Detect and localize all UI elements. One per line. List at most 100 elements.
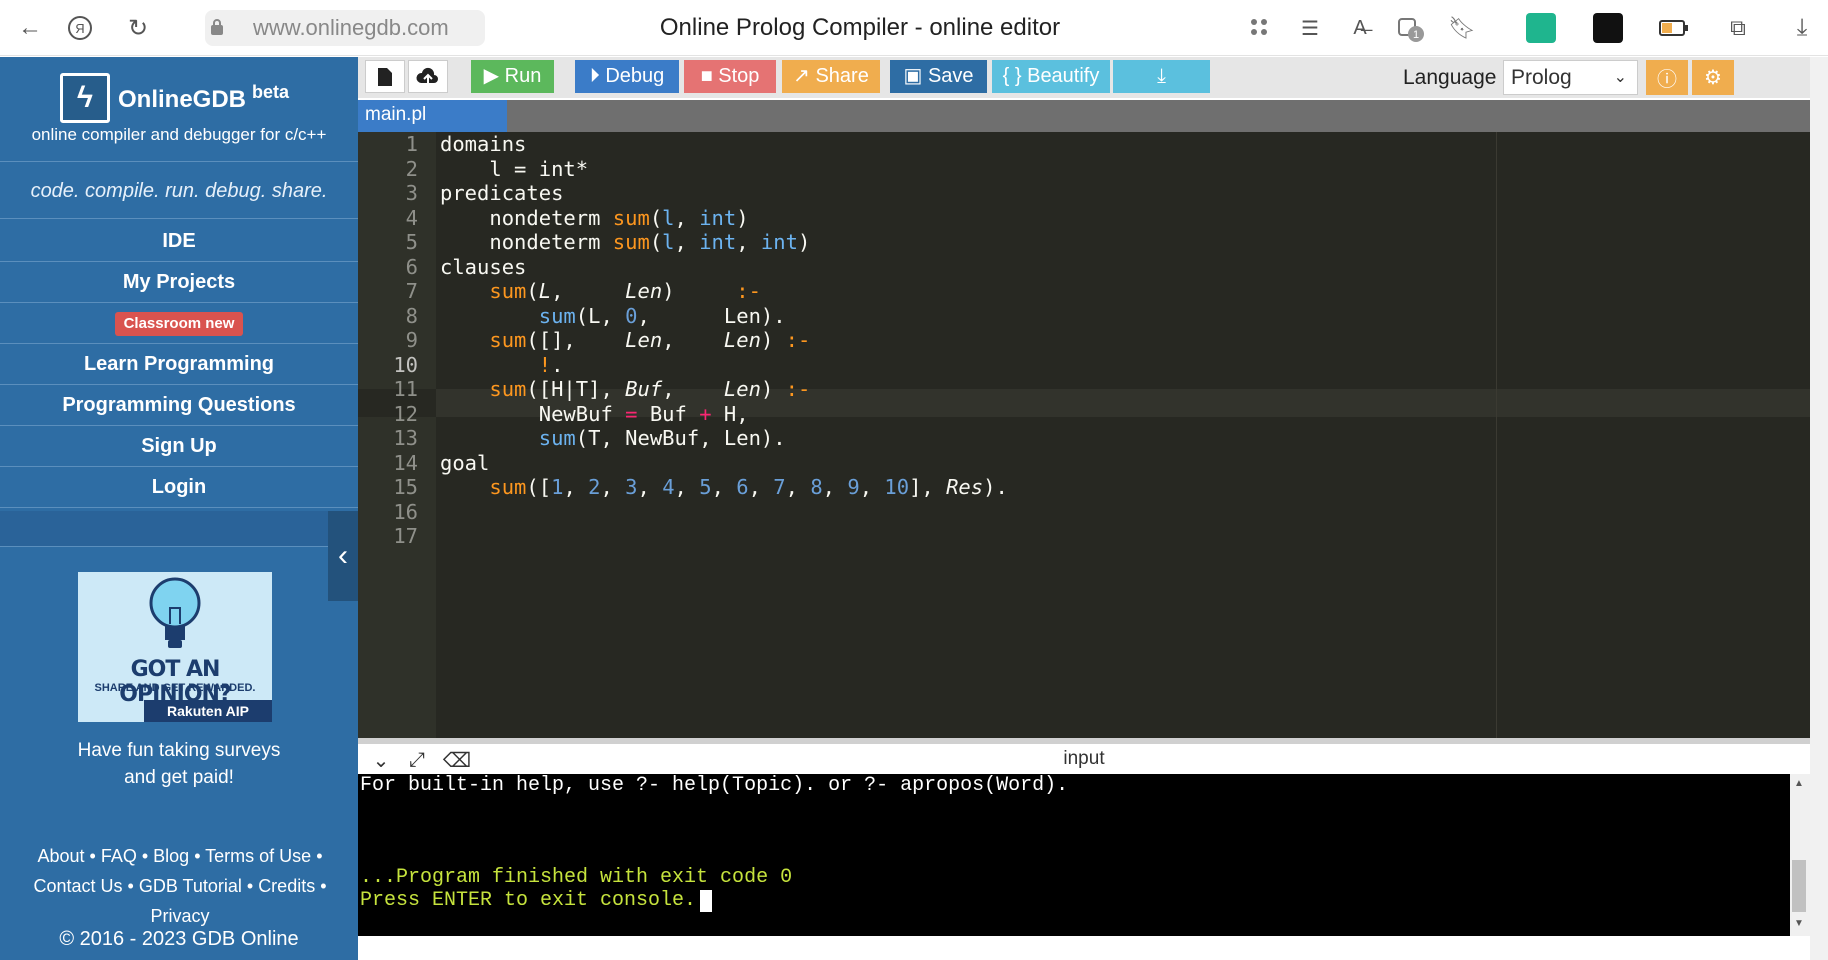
advertisement[interactable]: GOT AN OPINION? SHARE AND GET REWARDED. … bbox=[78, 572, 272, 722]
apps-grid-icon[interactable] bbox=[1242, 10, 1278, 46]
motto: code. compile. run. debug. share. bbox=[0, 161, 358, 219]
clear-console-icon[interactable]: ⌫ bbox=[443, 748, 471, 772]
file-tab-strip: main.pl bbox=[358, 100, 1810, 132]
url-text: www.onlinegdb.com bbox=[253, 15, 449, 40]
console-header: input ⌄ ⤢ ⌫ bbox=[358, 738, 1810, 774]
chevron-down-icon[interactable]: ⌄ bbox=[368, 748, 394, 772]
code-line-6: clauses bbox=[440, 254, 527, 279]
output-console[interactable]: For built-in help, use ?- help(Topic). o… bbox=[358, 774, 1790, 936]
footer-blog[interactable]: Blog bbox=[153, 846, 189, 866]
sidebar: ϟ OnlineGDB beta online compiler and debu… bbox=[0, 57, 358, 960]
nav-login[interactable]: Login bbox=[0, 467, 358, 508]
footer-terms[interactable]: Terms of Use bbox=[205, 846, 311, 866]
nav-sign-up[interactable]: Sign Up bbox=[0, 426, 358, 467]
console-help-line: For built-in help, use ?- help(Topic). o… bbox=[360, 774, 1069, 797]
floppy-icon: ▣ bbox=[903, 65, 923, 87]
back-arrow-icon[interactable]: ← bbox=[12, 10, 48, 46]
footer-links: About • FAQ • Blog • Terms of Use • Cont… bbox=[33, 846, 327, 926]
expand-icon[interactable]: ⤢ bbox=[404, 748, 430, 772]
beautify-button[interactable]: { } Beautify bbox=[992, 60, 1110, 93]
nav-programming-questions[interactable]: Programming Questions bbox=[0, 385, 358, 426]
address-bar[interactable]: www.onlinegdb.com bbox=[205, 10, 485, 46]
share-label: Share bbox=[815, 65, 869, 87]
line-number: 3 bbox=[405, 181, 418, 205]
scroll-down-icon[interactable]: ▼ bbox=[1794, 918, 1804, 929]
line-number: 6 bbox=[405, 254, 418, 279]
footer-credits[interactable]: Credits bbox=[258, 876, 315, 896]
code-line-15: sum([1, 2, 3, 4, 5, 6, 7, 8, 9, 10], Res… bbox=[489, 475, 1008, 499]
download-icon[interactable]: ⤓ bbox=[1784, 10, 1820, 46]
language-select[interactable]: Prolog ⌄ bbox=[1503, 60, 1638, 95]
stop-icon: ■ bbox=[700, 65, 713, 87]
reader-mode-icon[interactable]: ☰ bbox=[1292, 10, 1328, 46]
code-line-1: domains bbox=[440, 132, 527, 156]
classroom-badge: Classroom new bbox=[114, 311, 244, 336]
ad-caption[interactable]: Have fun taking surveys and get paid! bbox=[0, 737, 358, 791]
line-number: 16 bbox=[393, 499, 418, 524]
line-number: 14 bbox=[393, 450, 418, 475]
bookmark-icon[interactable]: 🔖︎ bbox=[1444, 10, 1480, 46]
code-line-5: nondeterm sum(l, int, int) bbox=[440, 230, 811, 254]
download-button[interactable]: ⤓ bbox=[1113, 60, 1210, 93]
debug-label: Debug bbox=[605, 65, 665, 87]
debug-button[interactable]: ⏵︎ Debug bbox=[575, 60, 679, 93]
upload-button[interactable] bbox=[408, 60, 448, 93]
collections-icon[interactable]: ⧉ bbox=[1720, 10, 1756, 46]
translate-icon[interactable]: A̶ bbox=[1342, 10, 1378, 46]
extension-icon[interactable]: 1 bbox=[1392, 10, 1428, 46]
settings-button[interactable]: ⚙ bbox=[1692, 60, 1734, 95]
extension-badge: 1 bbox=[1413, 29, 1419, 41]
collapse-sidebar-button[interactable]: ‹ bbox=[328, 511, 358, 601]
page-title: Online Prolog Compiler - online editor bbox=[659, 14, 1061, 41]
reload-icon[interactable]: ↻ bbox=[120, 10, 156, 46]
yandex-icon[interactable]: Я bbox=[62, 10, 98, 46]
line-number: 9 bbox=[405, 328, 418, 352]
line-number: 15 bbox=[393, 475, 418, 499]
line-number: 7 bbox=[405, 279, 418, 303]
code-editor[interactable]: 1 2 3 4 5 6 7 8 9 10 11 12 13 14 15 16 17 domains l = in… bbox=[358, 132, 1810, 738]
file-tab-main[interactable]: main.pl bbox=[358, 100, 507, 132]
nav-my-projects[interactable]: My Projects bbox=[0, 262, 358, 303]
language-label: Language bbox=[1403, 66, 1497, 89]
share-icon: ↗ bbox=[793, 65, 810, 87]
logo[interactable]: ϟ OnlineGDB beta bbox=[60, 73, 289, 123]
page-scrollbar[interactable] bbox=[1810, 57, 1828, 960]
code-line-11: sum([H|T], Buf, Len) :- bbox=[489, 377, 811, 401]
stop-button[interactable]: ■ Stop bbox=[684, 60, 776, 93]
share-button[interactable]: ↗ Share bbox=[782, 60, 880, 93]
footer-tutorial[interactable]: GDB Tutorial bbox=[139, 876, 242, 896]
brand-name: OnlineGDB bbox=[118, 86, 247, 113]
scroll-up-icon[interactable]: ▲ bbox=[1794, 778, 1804, 789]
play-icon: ▶ bbox=[483, 65, 500, 87]
code-line-4: nondeterm sum(l, int) bbox=[440, 205, 749, 230]
footer-contact[interactable]: Contact Us bbox=[33, 876, 122, 896]
line-number: 4 bbox=[405, 205, 418, 230]
line-number: 5 bbox=[405, 230, 418, 254]
scroll-thumb[interactable] bbox=[1792, 860, 1806, 912]
green-extension-icon[interactable] bbox=[1523, 10, 1559, 46]
nav-classroom[interactable]: Classroom new bbox=[0, 303, 358, 344]
stop-label: Stop bbox=[718, 65, 760, 87]
line-number: 11 bbox=[393, 377, 418, 401]
new-file-button[interactable] bbox=[365, 60, 405, 93]
copyright: © 2016 - 2023 GDB Online bbox=[59, 928, 299, 950]
code-line-3: predicates bbox=[440, 181, 564, 205]
run-button[interactable]: ▶ Run bbox=[471, 60, 554, 93]
nav-ide[interactable]: IDE bbox=[0, 221, 358, 262]
console-scrollbar[interactable]: ▲ ▼ bbox=[1790, 774, 1810, 936]
line-number: 13 bbox=[393, 426, 418, 450]
footer-privacy[interactable]: Privacy bbox=[150, 906, 209, 926]
info-button[interactable]: ⓘ bbox=[1646, 60, 1688, 95]
save-label: Save bbox=[927, 65, 974, 87]
footer-faq[interactable]: FAQ bbox=[101, 846, 137, 866]
nav-learn-programming[interactable]: Learn Programming bbox=[0, 344, 358, 385]
ad-subtitle: SHARE AND GET REWARDED. bbox=[94, 682, 256, 694]
ad-caption-line-1: Have fun taking surveys bbox=[77, 740, 281, 761]
code-line-7: sum(L, Len) :- bbox=[489, 279, 761, 303]
footer-about[interactable]: About bbox=[37, 846, 84, 866]
save-button[interactable]: ▣ Save bbox=[890, 60, 987, 93]
battery-icon[interactable] bbox=[1656, 10, 1692, 46]
line-number: 17 bbox=[393, 524, 418, 548]
lock-icon bbox=[211, 19, 223, 35]
dark-extension-icon[interactable] bbox=[1590, 10, 1626, 46]
